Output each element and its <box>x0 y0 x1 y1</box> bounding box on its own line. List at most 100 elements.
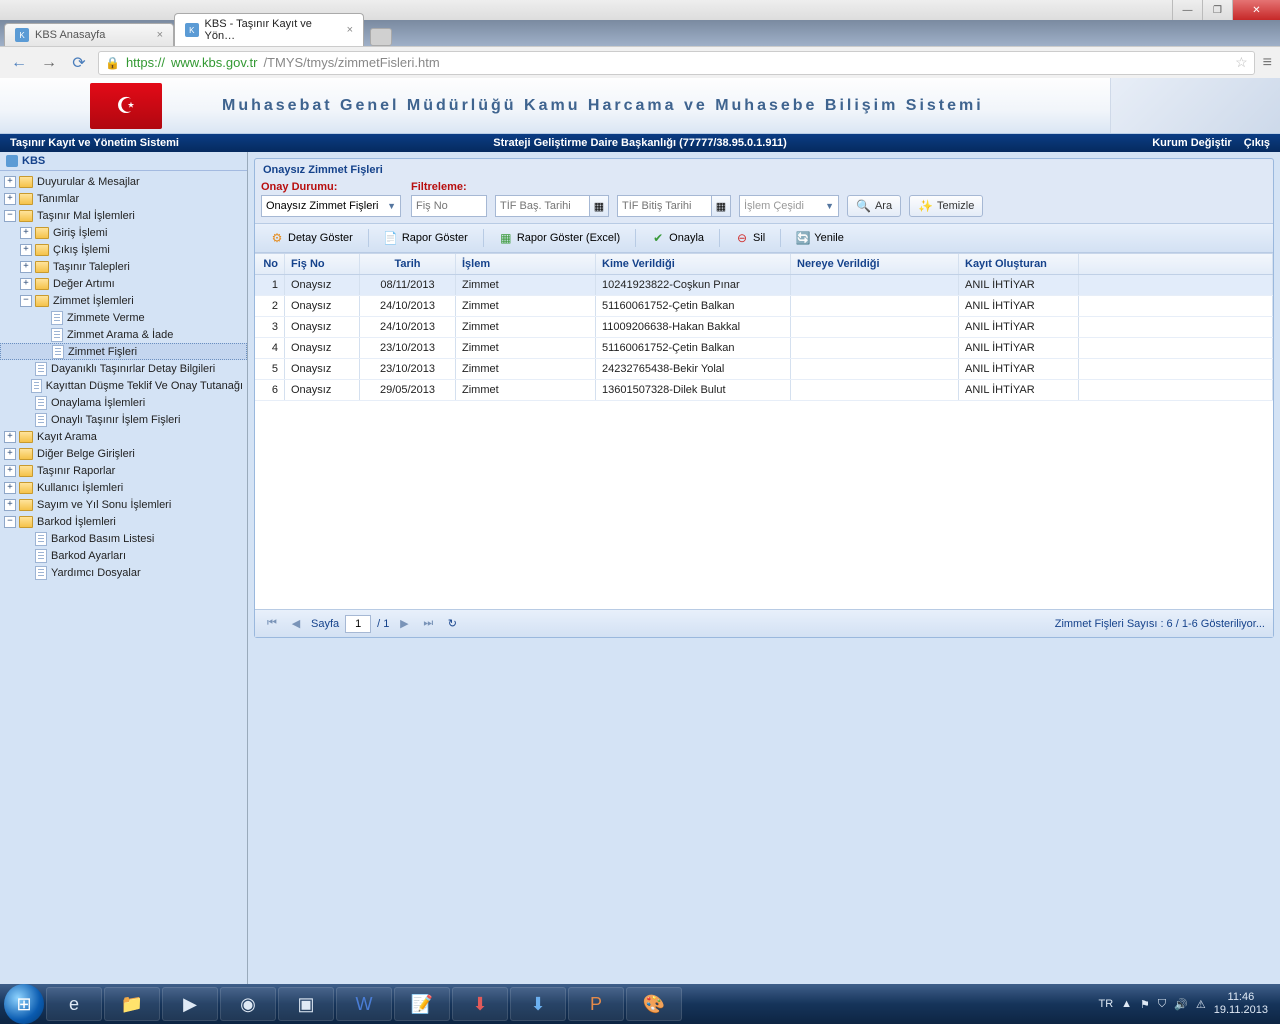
tree-item-zimmete-verme[interactable]: Zimmete Verme <box>0 309 247 326</box>
tray-action-icon[interactable]: ⛉ <box>1158 998 1166 1011</box>
rapor-excel-button[interactable]: ▦Rapor Göster (Excel) <box>492 228 627 248</box>
tray-net-icon[interactable]: ⚑ <box>1140 998 1150 1011</box>
task-notepad[interactable]: 📝 <box>394 987 450 1021</box>
tree-item-giris[interactable]: +Giriş İşlemi <box>0 224 247 241</box>
tif-bas-date[interactable]: ▦ <box>495 195 609 217</box>
col-islem[interactable]: İşlem <box>456 254 596 274</box>
onayla-button[interactable]: ✔Onayla <box>644 228 711 248</box>
refresh-page-button[interactable]: ↻ <box>443 615 461 633</box>
task-download[interactable]: ⬇ <box>510 987 566 1021</box>
tray-vol-icon[interactable]: 🔊 <box>1174 998 1188 1011</box>
task-ie[interactable]: e <box>46 987 102 1021</box>
tree-item-tanimlar[interactable]: +Tanımlar <box>0 190 247 207</box>
task-word[interactable]: W <box>336 987 392 1021</box>
cell-no: 3 <box>255 317 285 337</box>
calendar-icon[interactable]: ▦ <box>711 195 731 217</box>
tree-item-onayli-fis[interactable]: Onaylı Taşınır İşlem Fişleri <box>0 411 247 428</box>
browser-tab-0[interactable]: K KBS Anasayfa × <box>4 23 174 46</box>
tif-bit-input[interactable] <box>617 195 711 217</box>
tree-item-talep[interactable]: +Taşınır Talepleri <box>0 258 247 275</box>
last-page-button[interactable]: ⏭ <box>419 615 437 633</box>
tree-item-yardimci[interactable]: Yardımcı Dosyalar <box>0 564 247 581</box>
next-page-button[interactable]: ▶ <box>395 615 413 633</box>
task-explorer[interactable]: 📁 <box>104 987 160 1021</box>
table-row[interactable]: 3Onaysız24/10/2013Zimmet11009206638-Haka… <box>255 317 1273 338</box>
ara-button[interactable]: 🔍Ara <box>847 195 901 217</box>
detay-goster-button[interactable]: ⚙Detay Göster <box>263 228 360 248</box>
tray-power-icon[interactable]: ⚠ <box>1196 998 1206 1011</box>
sidebar-root[interactable]: KBS <box>0 152 247 171</box>
tree-item-cikis[interactable]: +Çıkış İşlemi <box>0 241 247 258</box>
prev-page-button[interactable]: ◀ <box>287 615 305 633</box>
col-kime[interactable]: Kime Verildiği <box>596 254 791 274</box>
system-tray[interactable]: TR ▲ ⚑ ⛉ 🔊 ⚠ 11:46 19.11.2013 <box>1098 991 1276 1017</box>
tree-item-sayim[interactable]: +Sayım ve Yıl Sonu İşlemleri <box>0 496 247 513</box>
table-row[interactable]: 6Onaysız29/05/2013Zimmet13601507328-Dile… <box>255 380 1273 401</box>
url-input[interactable]: 🔒 https://www.kbs.gov.tr/TMYS/tmys/zimme… <box>98 51 1255 75</box>
table-row[interactable]: 1Onaysız08/11/2013Zimmet10241923822-Coşk… <box>255 275 1273 296</box>
task-maxthon[interactable]: ▣ <box>278 987 334 1021</box>
tree-item-rapor[interactable]: +Taşınır Raporlar <box>0 462 247 479</box>
task-paint[interactable]: 🎨 <box>626 987 682 1021</box>
col-tarih[interactable]: Tarih <box>360 254 456 274</box>
task-powerpoint[interactable]: P <box>568 987 624 1021</box>
calendar-icon[interactable]: ▦ <box>589 195 609 217</box>
page-input[interactable] <box>345 615 371 633</box>
tree-label: Kullanıcı İşlemleri <box>37 482 123 494</box>
tree-item-duyurular[interactable]: +Duyurular & Mesajlar <box>0 173 247 190</box>
tree-item-kayittan-dusme[interactable]: Kayıttan Düşme Teklif Ve Onay Tutanağı <box>0 377 247 394</box>
col-no[interactable]: No <box>255 254 285 274</box>
bookmark-icon[interactable]: ☆ <box>1235 54 1248 71</box>
browser-menu-button[interactable]: ≡ <box>1263 54 1272 72</box>
fis-no-input[interactable] <box>411 195 487 217</box>
sil-button[interactable]: ⊖Sil <box>728 228 772 248</box>
onay-combo[interactable]: Onaysız Zimmet Fişleri▼ <box>261 195 401 217</box>
maximize-button[interactable]: ❐ <box>1202 0 1232 20</box>
close-icon[interactable]: × <box>157 29 163 41</box>
rapor-goster-button[interactable]: 📄Rapor Göster <box>377 228 475 248</box>
tree-item-onaylama[interactable]: Onaylama İşlemleri <box>0 394 247 411</box>
close-icon[interactable]: × <box>347 24 353 36</box>
tree-item-barkod-ayar[interactable]: Barkod Ayarları <box>0 547 247 564</box>
tif-bas-input[interactable] <box>495 195 589 217</box>
tree-item-tasinir-mal[interactable]: −Taşınır Mal İşlemleri <box>0 207 247 224</box>
cikis-link[interactable]: Çıkış <box>1244 137 1270 149</box>
forward-button[interactable]: → <box>38 52 60 74</box>
appbar-center: Strateji Geliştirme Daire Başkanlığı (77… <box>493 137 787 149</box>
tree-item-diger-belge[interactable]: +Diğer Belge Girişleri <box>0 445 247 462</box>
tree-item-kayit-arama[interactable]: +Kayıt Arama <box>0 428 247 445</box>
tray-clock[interactable]: 11:46 19.11.2013 <box>1214 991 1268 1017</box>
start-button[interactable]: ⊞ <box>4 984 44 1024</box>
col-fis[interactable]: Fiş No <box>285 254 360 274</box>
yenile-button[interactable]: 🔄Yenile <box>789 228 851 248</box>
tree-item-barkod[interactable]: −Barkod İşlemleri <box>0 513 247 530</box>
tree-item-barkod-basim[interactable]: Barkod Basım Listesi <box>0 530 247 547</box>
table-row[interactable]: 4Onaysız23/10/2013Zimmet51160061752-Çeti… <box>255 338 1273 359</box>
kurum-degistir-link[interactable]: Kurum Değiştir <box>1152 137 1231 149</box>
table-row[interactable]: 5Onaysız23/10/2013Zimmet24232765438-Beki… <box>255 359 1273 380</box>
browser-tab-1[interactable]: K KBS - Taşınır Kayıt ve Yön… × <box>174 13 364 46</box>
back-button[interactable]: ← <box>8 52 30 74</box>
task-media[interactable]: ▶ <box>162 987 218 1021</box>
minimize-button[interactable]: — <box>1172 0 1202 20</box>
task-chrome[interactable]: ◉ <box>220 987 276 1021</box>
reload-button[interactable]: ⟳ <box>68 52 90 74</box>
close-button[interactable]: ✕ <box>1232 0 1280 20</box>
col-nereye[interactable]: Nereye Verildiği <box>791 254 959 274</box>
tree-item-kullanici[interactable]: +Kullanıcı İşlemleri <box>0 479 247 496</box>
temizle-button[interactable]: ✨Temizle <box>909 195 983 217</box>
tree-item-zimmet-arama[interactable]: Zimmet Arama & İade <box>0 326 247 343</box>
tray-lang[interactable]: TR <box>1098 998 1113 1010</box>
tif-bit-date[interactable]: ▦ <box>617 195 731 217</box>
tree-item-dayanikli[interactable]: Dayanıklı Taşınırlar Detay Bilgileri <box>0 360 247 377</box>
col-kayit[interactable]: Kayıt Oluşturan <box>959 254 1079 274</box>
first-page-button[interactable]: ⏮ <box>263 615 281 633</box>
tree-item-zimmet-fisleri[interactable]: Zimmet Fişleri <box>0 343 247 360</box>
task-pdf[interactable]: ⬇ <box>452 987 508 1021</box>
table-row[interactable]: 2Onaysız24/10/2013Zimmet51160061752-Çeti… <box>255 296 1273 317</box>
tree-item-deger[interactable]: +Değer Artımı <box>0 275 247 292</box>
tree-item-zimmet[interactable]: −Zimmet İşlemleri <box>0 292 247 309</box>
islem-cesidi-combo[interactable]: İşlem Çeşidi▼ <box>739 195 839 217</box>
new-tab-button[interactable] <box>370 28 392 46</box>
tray-flag-icon[interactable]: ▲ <box>1121 998 1132 1010</box>
